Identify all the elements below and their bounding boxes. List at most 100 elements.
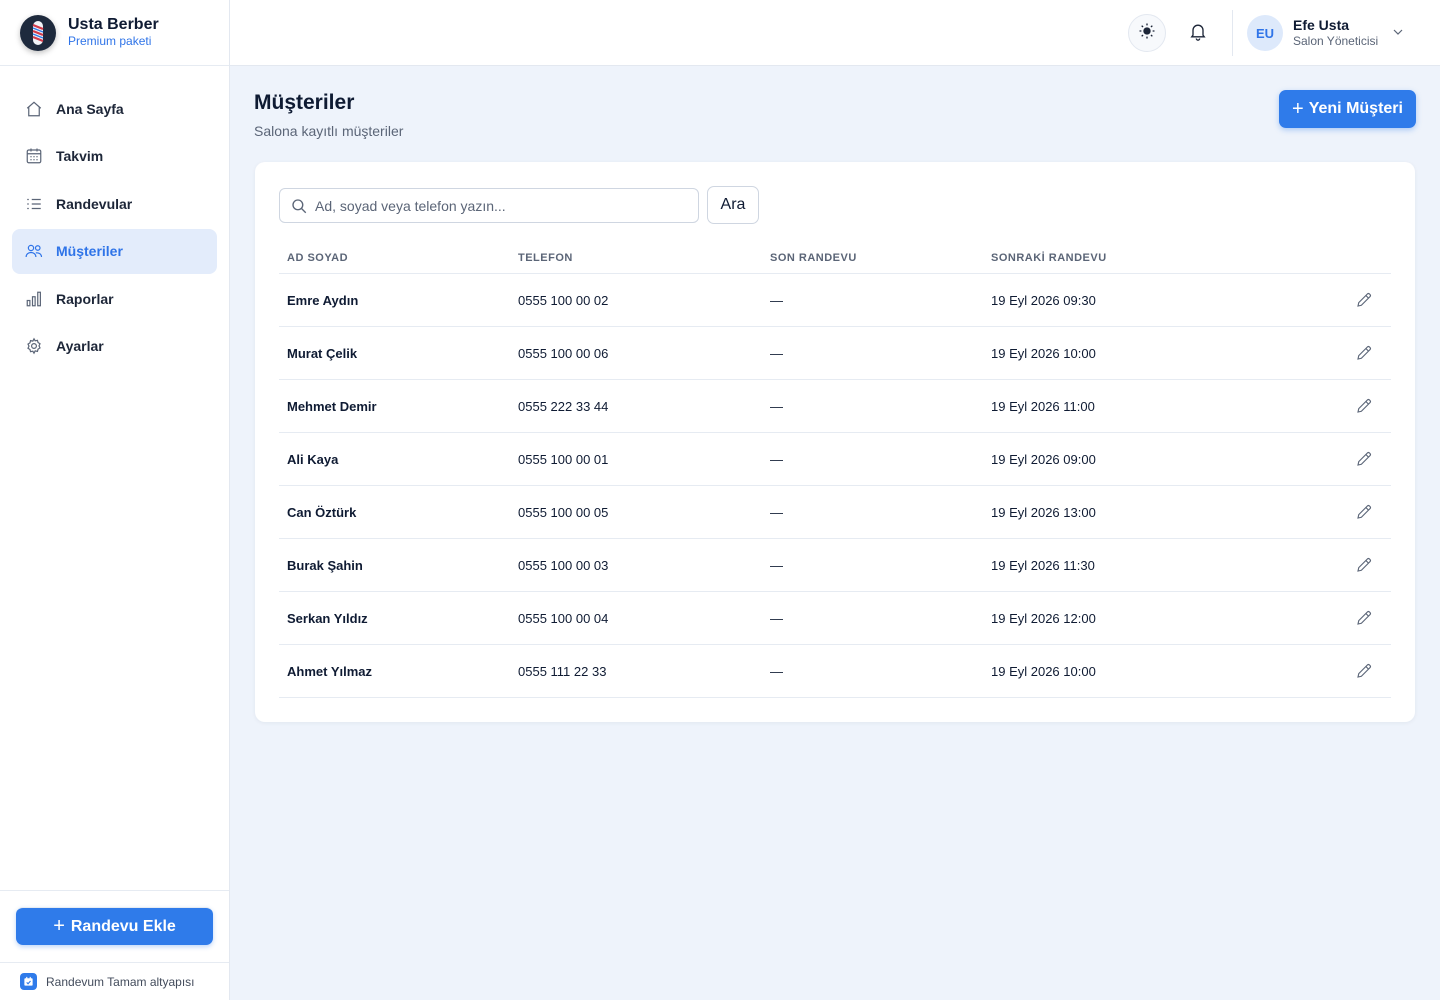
- customer-phone: 0555 222 33 44: [518, 398, 609, 414]
- column-header-last-appointment[interactable]: SON RANDEVU: [770, 252, 991, 264]
- row-actions: [1331, 607, 1391, 629]
- customer-phone: 0555 100 00 01: [518, 451, 609, 467]
- search-box[interactable]: [279, 188, 699, 223]
- plus-icon: +: [53, 915, 65, 937]
- column-header-phone[interactable]: TELEFON: [518, 252, 770, 264]
- edit-icon[interactable]: [1353, 554, 1375, 576]
- avatar[interactable]: EU: [1247, 15, 1283, 51]
- page-subtitle: Salona kayıtlı müşteriler: [254, 123, 404, 139]
- row-actions: [1331, 660, 1391, 682]
- table-row[interactable]: Mehmet Demir 0555 222 33 44 — 19 Eyl 2026 1…: [279, 380, 1391, 433]
- last-appointment: —: [770, 451, 783, 467]
- sidebar-item-label: Raporlar: [56, 290, 114, 307]
- table-row[interactable]: Burak Şahin 0555 100 00 03 — 19 Eyl 2026 11…: [279, 539, 1391, 592]
- customer-name: Burak Şahin: [287, 557, 363, 573]
- next-appointment: 19 Eyl 2026 10:00: [991, 663, 1096, 679]
- platform-logo-icon: [20, 973, 37, 990]
- powered-by: Randevum Tamam altyapısı: [0, 962, 229, 1000]
- last-appointment: —: [770, 292, 783, 308]
- new-customer-button[interactable]: + Yeni Müşteri: [1279, 90, 1416, 128]
- next-appointment: 19 Eyl 2026 11:30: [991, 557, 1095, 573]
- column-header-next-appointment[interactable]: SONRAKİ RANDEVU: [991, 252, 1331, 264]
- sidebar-item-settings[interactable]: Ayarlar: [12, 324, 217, 369]
- row-actions: [1331, 501, 1391, 523]
- sidebar-item-label: Takvim: [56, 148, 104, 164]
- search-icon: [290, 197, 308, 215]
- brand[interactable]: Usta Berber Premium paketi: [0, 0, 229, 66]
- last-appointment: —: [770, 663, 783, 679]
- row-actions: [1331, 289, 1391, 311]
- customer-phone: 0555 100 00 04: [518, 610, 609, 626]
- table-row[interactable]: Can Öztürk 0555 100 00 05 — 19 Eyl 2026 13:…: [279, 486, 1391, 539]
- edit-icon[interactable]: [1353, 660, 1375, 682]
- customer-phone: 0555 100 00 05: [518, 504, 609, 520]
- sidebar-item-reports[interactable]: Raporlar: [12, 276, 217, 321]
- customer-name: Mehmet Demir: [287, 398, 377, 414]
- next-appointment: 19 Eyl 2026 13:00: [991, 504, 1096, 520]
- column-header-name[interactable]: AD SOYAD: [279, 252, 518, 264]
- edit-icon[interactable]: [1353, 501, 1375, 523]
- edit-icon[interactable]: [1353, 289, 1375, 311]
- customer-name: Ali Kaya: [287, 451, 339, 467]
- customer-phone: 0555 111 22 33: [518, 663, 607, 679]
- last-appointment: —: [770, 398, 783, 414]
- main-content: Müşteriler Salona kayıtlı müşteriler + Y…: [230, 66, 1440, 1000]
- table-row[interactable]: Serkan Yıldız 0555 100 00 04 — 19 Eyl 2026 …: [279, 592, 1391, 645]
- sun-icon: [1138, 22, 1156, 45]
- next-appointment: 19 Eyl 2026 10:00: [991, 345, 1096, 361]
- edit-icon[interactable]: [1353, 448, 1375, 470]
- table-header: AD SOYAD TELEFON SON RANDEVU SONRAKİ RAN…: [279, 242, 1391, 274]
- customer-phone: 0555 100 00 06: [518, 345, 609, 361]
- customer-name: Emre Aydın: [287, 292, 359, 308]
- table-row[interactable]: Ali Kaya 0555 100 00 01 — 19 Eyl 2026 09:00: [279, 433, 1391, 486]
- user-role: Salon Yöneticisi: [1293, 34, 1379, 48]
- table-row[interactable]: Emre Aydın 0555 100 00 02 — 19 Eyl 2026 09:…: [279, 274, 1391, 327]
- plus-icon: +: [1292, 97, 1304, 120]
- sidebar-item-label: Müşteriler: [56, 243, 123, 259]
- table-row[interactable]: Ahmet Yılmaz 0555 111 22 33 — 19 Eyl 2026 1…: [279, 645, 1391, 698]
- table-body: Emre Aydın 0555 100 00 02 — 19 Eyl 2026 09:…: [279, 274, 1391, 698]
- sidebar-item-calendar[interactable]: Takvim: [12, 134, 217, 179]
- customer-phone: 0555 100 00 03: [518, 557, 609, 573]
- list-icon: [24, 194, 44, 214]
- barber-pole-logo-icon: [20, 14, 56, 51]
- user-name[interactable]: Efe Usta: [1293, 17, 1349, 33]
- page-title: Müşteriler: [254, 91, 355, 114]
- table-row[interactable]: Murat Çelik 0555 100 00 06 — 19 Eyl 2026 10…: [279, 327, 1391, 380]
- next-appointment: 19 Eyl 2026 09:30: [991, 292, 1096, 308]
- sidebar-item-appointments[interactable]: Randevular: [12, 181, 217, 226]
- sidebar-item-home[interactable]: Ana Sayfa: [12, 86, 217, 131]
- edit-icon[interactable]: [1353, 607, 1375, 629]
- sidebar-item-customers[interactable]: Müşteriler: [12, 228, 217, 274]
- gear-icon: [24, 336, 44, 356]
- edit-icon[interactable]: [1353, 342, 1375, 364]
- sidebar-nav: Ana Sayfa Takvim Randevular Müşteriler R…: [0, 66, 229, 369]
- row-actions: [1331, 395, 1391, 417]
- customer-name: Murat Çelik: [287, 345, 358, 361]
- users-icon: [24, 241, 44, 261]
- home-icon: [24, 99, 44, 119]
- sidebar-item-label: Ana Sayfa: [56, 100, 124, 117]
- edit-icon[interactable]: [1353, 395, 1375, 417]
- notifications-button[interactable]: [1185, 20, 1211, 46]
- last-appointment: —: [770, 504, 783, 520]
- calendar-icon: [24, 146, 44, 166]
- search-button[interactable]: Ara: [707, 186, 759, 224]
- add-appointment-label: Randevu Ekle: [70, 917, 176, 935]
- customers-card: Ara AD SOYAD TELEFON SON RANDEVU SONRAKİ…: [255, 162, 1415, 722]
- customers-table: AD SOYAD TELEFON SON RANDEVU SONRAKİ RAN…: [279, 242, 1391, 698]
- chevron-down-icon[interactable]: [1390, 24, 1406, 40]
- next-appointment: 19 Eyl 2026 09:00: [991, 451, 1096, 467]
- theme-toggle-button[interactable]: [1128, 14, 1166, 52]
- sidebar-item-label: Randevular: [56, 195, 133, 212]
- search-input[interactable]: [315, 197, 695, 214]
- add-appointment-button[interactable]: + Randevu Ekle: [16, 907, 213, 945]
- sidebar: Usta Berber Premium paketi Ana Sayfa Tak…: [0, 0, 230, 1000]
- sidebar-divider: [0, 890, 229, 891]
- bell-icon: [1188, 21, 1208, 46]
- powered-by-text: Randevum Tamam altyapısı: [46, 974, 195, 989]
- last-appointment: —: [770, 610, 783, 626]
- brand-plan: Premium paketi: [68, 34, 152, 48]
- last-appointment: —: [770, 345, 783, 361]
- bar-chart-icon: [24, 289, 44, 309]
